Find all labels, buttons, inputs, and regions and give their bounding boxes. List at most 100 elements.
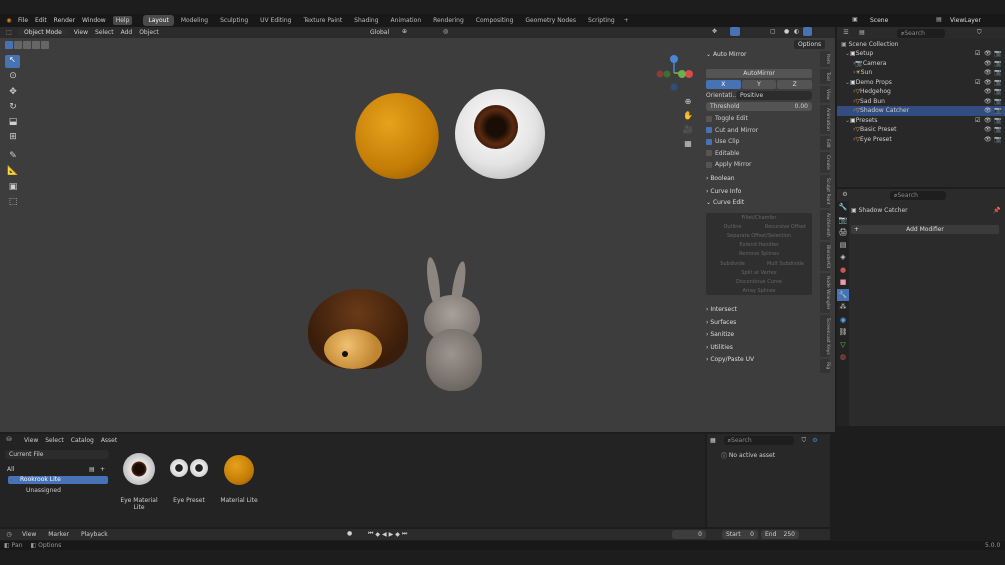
visibility-eye-icon[interactable]: 👁 <box>984 59 992 69</box>
filter-icon[interactable]: ⛉ <box>977 29 982 37</box>
asset-editor-icon[interactable]: ⛁ <box>4 435 14 445</box>
menu-window[interactable]: Window <box>82 17 106 24</box>
end-frame-field[interactable]: End 250 <box>761 530 799 539</box>
add-primitive-tool-icon[interactable]: ⬚ <box>5 197 21 207</box>
visibility-eye-icon[interactable]: 👁 <box>984 116 992 126</box>
transform-tool-icon[interactable]: ⊞ <box>5 132 21 142</box>
asset-menu-asset[interactable]: Asset <box>101 437 117 444</box>
tab-animation[interactable]: Animation <box>386 15 427 26</box>
zoom-icon[interactable]: ⊕ <box>682 95 694 109</box>
sidebar-tab-tool[interactable]: Tool <box>820 69 830 84</box>
constraints-tab-icon[interactable]: ⛓ <box>837 326 849 339</box>
exclude-checkbox-icon[interactable]: ☑ <box>975 49 980 59</box>
sidebar-tab-create[interactable]: Create <box>820 152 830 174</box>
automirror-button[interactable]: AutoMirror <box>706 69 812 78</box>
asset-menu-select[interactable]: Select <box>45 437 64 444</box>
add-cube-tool-icon[interactable]: ▣ <box>5 182 21 192</box>
overlay-toggle-icon[interactable] <box>730 27 740 36</box>
data-tab-icon[interactable]: ▽ <box>837 339 849 352</box>
outliner-item-presets[interactable]: ⌄ ▣ Presets ☑ 👁 📷 <box>837 116 1005 126</box>
view-layer-selector[interactable]: ▤ ViewLayer <box>934 15 981 25</box>
tab-uv-editing[interactable]: UV Editing <box>255 15 296 26</box>
view-layer-tab-icon[interactable]: ▤ <box>837 239 849 252</box>
visibility-eye-icon[interactable]: 👁 <box>984 78 992 88</box>
render-camera-icon[interactable]: 📷 <box>994 106 1001 116</box>
properties-editor-icon[interactable]: ⚙ <box>840 190 850 200</box>
render-camera-icon[interactable]: 📷 <box>994 68 1001 78</box>
checkbox-apply-mirror[interactable]: Apply Mirror <box>706 159 812 171</box>
properties-search[interactable]: ⌕ Search <box>890 190 946 200</box>
display-mode-icon[interactable]: ▤ <box>857 28 867 38</box>
sidebar-tab-edit[interactable]: Edit <box>820 135 830 151</box>
menu-file[interactable]: File <box>18 17 28 24</box>
select-extend-icon[interactable] <box>14 41 22 49</box>
visibility-eye-icon[interactable]: 👁 <box>984 135 992 145</box>
checkbox-cut-and-mirror[interactable]: Cut and Mirror <box>706 125 812 137</box>
tab-layout[interactable]: Layout <box>143 15 174 26</box>
start-frame-field[interactable]: Start 0 <box>722 530 758 539</box>
select-invert-icon[interactable] <box>32 41 40 49</box>
play-reverse-icon[interactable]: ◀ <box>382 531 387 538</box>
sidebar-tab-rig[interactable]: Rig <box>820 359 830 373</box>
tool-tab-icon[interactable]: 🔧 <box>837 201 849 214</box>
sidebar-tab-view[interactable]: View <box>820 86 830 103</box>
outliner-item-demo-props[interactable]: ⌄ ▣ Demo Props ☑ 👁 📷 <box>837 78 1005 88</box>
threshold-field[interactable]: Threshold 0.00 <box>706 102 812 111</box>
asset-menu-catalog[interactable]: Catalog <box>71 437 94 444</box>
shading-solid-icon[interactable]: ● <box>784 28 789 35</box>
jump-end-icon[interactable]: ⏭ <box>402 530 407 538</box>
editor-type-icon[interactable]: ⬚ <box>4 28 14 38</box>
outliner-item-eye-preset[interactable]: › ▽ Eye Preset 👁 📷 <box>837 135 1005 145</box>
tab-shading[interactable]: Shading <box>349 15 383 26</box>
render-camera-icon[interactable]: 📷 <box>994 97 1001 107</box>
catalog-item-rookrook[interactable]: Rookrook Lite <box>8 476 108 484</box>
material-tab-icon[interactable]: ◍ <box>837 351 849 364</box>
world-tab-icon[interactable]: ● <box>837 264 849 277</box>
visibility-eye-icon[interactable]: 👁 <box>984 87 992 97</box>
perspective-grid-icon[interactable]: ▦ <box>682 137 694 151</box>
filter-icon[interactable]: ⛉ <box>802 437 807 445</box>
visibility-eye-icon[interactable]: 👁 <box>984 125 992 135</box>
section-intersect[interactable]: › Intersect <box>703 304 815 317</box>
rotate-tool-icon[interactable]: ↻ <box>5 102 21 112</box>
asset-eye-material-lite[interactable]: Eye Material Lite <box>115 449 163 511</box>
render-camera-icon[interactable]: 📷 <box>994 49 1001 59</box>
render-camera-icon[interactable]: 📷 <box>994 125 1001 135</box>
select-new-icon[interactable] <box>5 41 13 49</box>
blender-logo-icon[interactable]: ◉ <box>4 16 14 26</box>
view-toggle-icon[interactable]: ▦ <box>710 437 716 444</box>
camera-view-icon[interactable]: 🎥 <box>682 123 694 137</box>
shading-material-icon[interactable]: ◐ <box>794 28 799 35</box>
outliner-item-hedgehog[interactable]: › ▽ Hedgehog 👁 📷 <box>837 87 1005 97</box>
hedgehog-model[interactable] <box>302 279 418 383</box>
pin-icon[interactable]: 📌 <box>993 207 1000 214</box>
sidebar-tab-node-wrangler[interactable]: Node Wrangler <box>820 273 830 313</box>
checkbox-editable[interactable]: Editable <box>706 148 812 160</box>
visibility-eye-icon[interactable]: 👁 <box>984 106 992 116</box>
sidebar-tab-animation[interactable]: Animation <box>820 104 830 134</box>
section-sanitize[interactable]: › Sanitize <box>703 329 815 342</box>
exclude-checkbox-icon[interactable]: ☑ <box>975 116 980 126</box>
orientation-dropdown[interactable]: Positive <box>736 91 812 100</box>
asset-search[interactable]: ⌕ Search <box>723 436 794 445</box>
3d-viewport[interactable]: ⬚ Object Mode View Select Add Object Global… <box>0 27 835 432</box>
xray-icon[interactable]: ▢ <box>770 28 776 35</box>
next-key-icon[interactable]: ◆ <box>395 531 400 538</box>
prev-key-icon[interactable]: ◆ <box>375 531 380 538</box>
navigation-gizmo[interactable] <box>652 53 697 93</box>
axis-z-button[interactable]: Z <box>777 80 813 89</box>
section-utilities[interactable]: › Utilities <box>703 342 815 355</box>
axis-x-button[interactable]: X <box>706 80 741 89</box>
particles-tab-icon[interactable]: ⁂ <box>837 301 849 314</box>
select-intersect-icon[interactable] <box>41 41 49 49</box>
pan-hand-icon[interactable]: ✋ <box>682 109 694 123</box>
scene-selector[interactable]: ▣ Scene <box>850 15 888 25</box>
axis-y-button[interactable]: Y <box>741 80 777 89</box>
modifier-tab-icon[interactable]: 🔧 <box>837 288 849 301</box>
outliner-editor-icon[interactable]: ☰ <box>841 28 851 38</box>
tab-modeling[interactable]: Modeling <box>176 15 213 26</box>
outliner-item-camera[interactable]: › 📷 Camera 👁 📷 <box>837 59 1005 69</box>
add-modifier-button[interactable]: + Add Modifier <box>851 225 999 234</box>
play-icon[interactable]: ▶ <box>389 531 394 538</box>
catalog-item-unassigned[interactable]: Unassigned <box>8 487 108 495</box>
